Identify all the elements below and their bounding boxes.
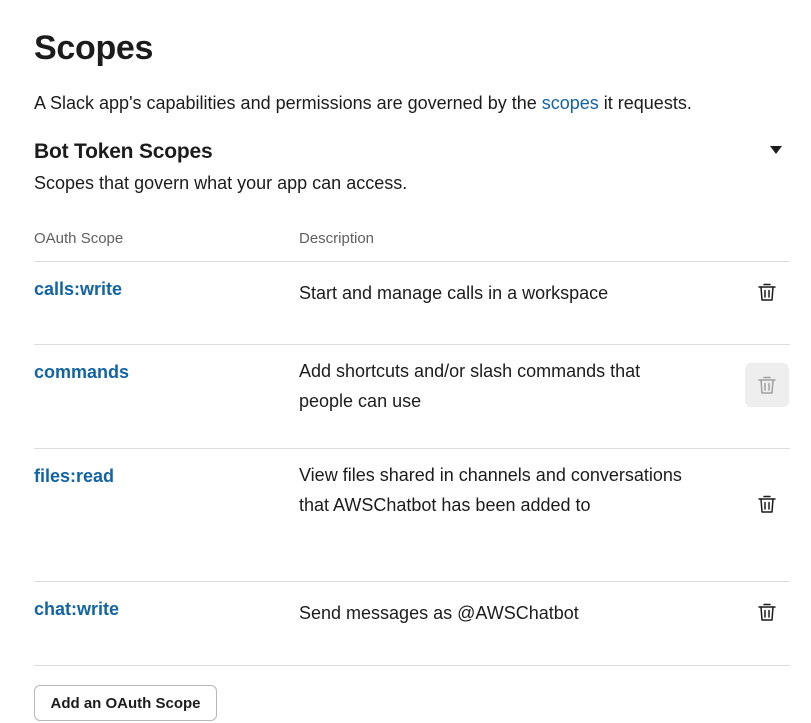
scope-name[interactable]: files:read	[34, 464, 114, 488]
divider	[34, 581, 790, 582]
add-oauth-scope-button[interactable]: Add an OAuth Scope	[34, 685, 217, 721]
scope-name[interactable]: chat:write	[34, 597, 119, 621]
section-subtitle: Scopes that govern what your app can acc…	[34, 173, 408, 193]
scope-description: Send messages as @AWSChatbot	[299, 603, 579, 623]
divider	[34, 344, 790, 345]
intro-text-start: A Slack app's capabilities and permissio…	[34, 93, 542, 113]
trash-icon	[758, 283, 776, 301]
column-header-oauth-scope: OAuth Scope	[34, 230, 124, 247]
scopes-link[interactable]: scopes	[542, 93, 599, 113]
trash-icon	[758, 376, 776, 394]
section-title: Bot Token Scopes	[34, 140, 213, 163]
divider	[34, 261, 790, 262]
remove-scope-button[interactable]	[745, 590, 789, 634]
page-title: Scopes	[34, 29, 154, 67]
scope-description: View files shared in channels and conver…	[299, 465, 682, 515]
divider	[34, 448, 790, 449]
divider	[34, 665, 790, 666]
caret-down-icon[interactable]	[770, 146, 782, 154]
trash-icon	[758, 603, 776, 621]
trash-icon	[758, 495, 776, 513]
remove-scope-button[interactable]	[745, 363, 789, 407]
remove-scope-button[interactable]	[745, 270, 789, 314]
scope-name[interactable]: calls:write	[34, 277, 122, 301]
column-header-description: Description	[299, 230, 375, 247]
remove-scope-button[interactable]	[745, 482, 789, 526]
intro-text: A Slack app's capabilities and permissio…	[34, 91, 692, 115]
scope-description: Add shortcuts and/or slash commands that…	[299, 361, 641, 411]
scope-description: Start and manage calls in a workspace	[299, 283, 609, 303]
scope-name[interactable]: commands	[34, 360, 129, 384]
intro-text-end: it requests.	[598, 93, 692, 113]
